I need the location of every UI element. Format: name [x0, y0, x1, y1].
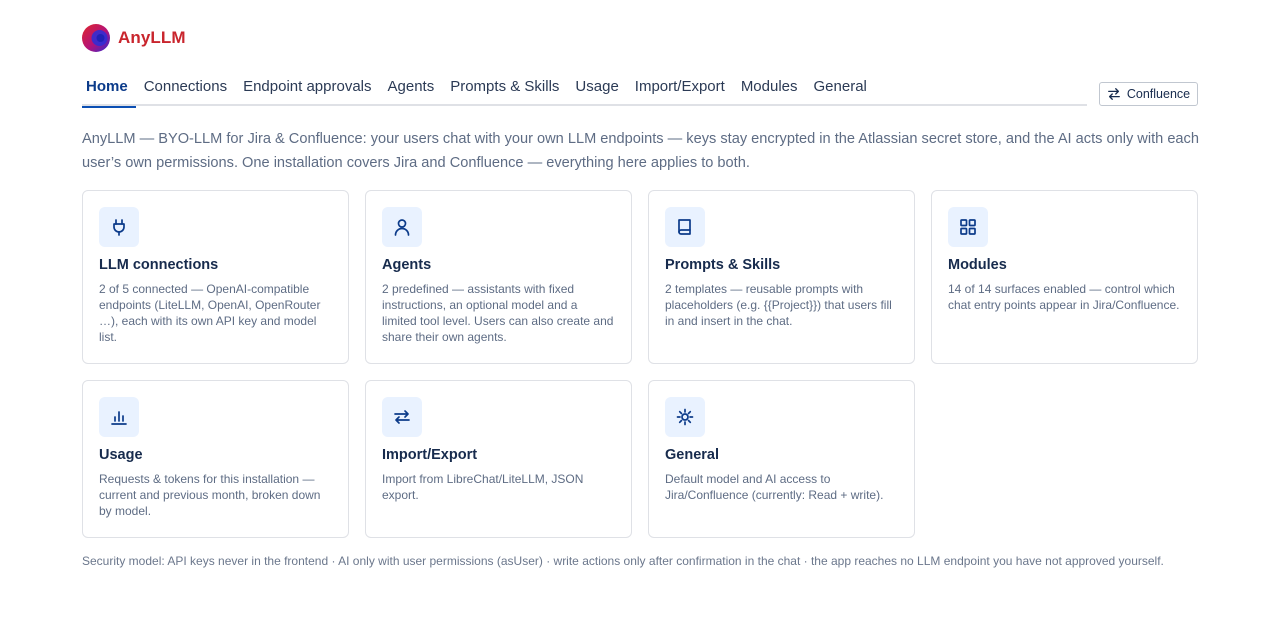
card-icon-tile: [665, 207, 705, 247]
tab-usage[interactable]: Usage: [567, 72, 626, 106]
card-description: 2 of 5 connected — OpenAI-compatible end…: [99, 282, 321, 344]
card-icon-tile: [948, 207, 988, 247]
brand-name: AnyLLM: [118, 28, 186, 47]
card-title: Agents: [382, 257, 432, 273]
tab-endpoint-approvals[interactable]: Endpoint approvals: [235, 72, 379, 106]
card-llm-connections[interactable]: LLM connections 2 of 5 connected — OpenA…: [82, 190, 349, 364]
card-description: 14 of 14 surfaces enabled — control whic…: [948, 282, 1180, 312]
card-icon-tile: [665, 397, 705, 437]
card-description: Requests & tokens for this installation …: [99, 472, 321, 518]
card-title: LLM connections: [99, 257, 219, 273]
card-agents[interactable]: Agents 2 predefined — assistants with fi…: [365, 190, 632, 364]
bar-chart-icon: [111, 411, 127, 425]
intro-text: AnyLLM — BYO-LLM for Jira & Confluence: …: [82, 131, 1199, 171]
card-title: Modules: [948, 257, 1007, 273]
card-description: Default model and AI access to Jira/Conf…: [665, 472, 884, 502]
card-description: 2 templates — reusable prompts with plac…: [665, 282, 892, 328]
card-general[interactable]: General Default model and AI access to J…: [648, 380, 915, 538]
main-nav: Home Connections Endpoint approvals Agen…: [82, 72, 1087, 108]
card-prompts-skills[interactable]: Prompts & Skills 2 templates — reusable …: [648, 190, 915, 364]
tab-general[interactable]: General: [806, 72, 875, 106]
tab-home[interactable]: Home: [82, 72, 136, 108]
switch-product-button[interactable]: Confluence: [1099, 82, 1198, 106]
tab-agents[interactable]: Agents: [380, 72, 443, 106]
user-icon: [394, 219, 410, 236]
book-icon: [678, 219, 691, 235]
card-title: Import/Export: [382, 447, 478, 463]
card-title: General: [665, 447, 719, 463]
tab-modules[interactable]: Modules: [733, 72, 806, 106]
anyllm-logo-icon: [82, 24, 110, 52]
card-description: 2 predefined — assistants with fixed ins…: [382, 282, 614, 344]
grid-icon: [960, 219, 976, 235]
swap-arrows-icon: [394, 410, 410, 424]
card-title: Prompts & Skills: [665, 257, 781, 273]
tab-import-export[interactable]: Import/Export: [627, 72, 733, 106]
gear-icon: [676, 408, 694, 426]
card-usage[interactable]: Usage Requests & tokens for this install…: [82, 380, 349, 538]
card-description: Import from LibreChat/LiteLLM, JSON expo…: [382, 472, 584, 502]
card-icon-tile: [382, 397, 422, 437]
tab-connections[interactable]: Connections: [136, 72, 235, 106]
brand: AnyLLM: [82, 24, 186, 52]
switch-product-label: Confluence: [1126, 87, 1191, 101]
security-note: Security model: API keys never in the fr…: [82, 554, 1164, 568]
card-modules[interactable]: Modules 14 of 14 surfaces enabled — cont…: [931, 190, 1198, 364]
plug-icon: [113, 219, 125, 236]
tab-prompts-skills[interactable]: Prompts & Skills: [442, 72, 567, 106]
card-icon-tile: [382, 207, 422, 247]
swap-arrows-icon: [1107, 88, 1120, 100]
card-import-export[interactable]: Import/Export Import from LibreChat/Lite…: [365, 380, 632, 538]
card-icon-tile: [99, 207, 139, 247]
card-title: Usage: [99, 447, 143, 463]
home-page: AnyLLM Home Connections Endpoint approva…: [0, 0, 1280, 620]
card-icon-tile: [99, 397, 139, 437]
